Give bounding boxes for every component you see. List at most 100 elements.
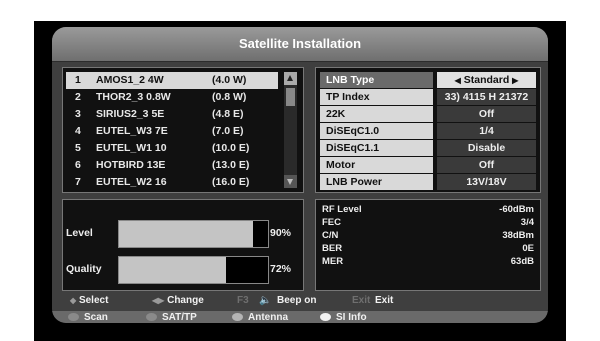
si-info-label: SI Info: [336, 312, 367, 323]
sat-tp-label: SAT/TP: [162, 312, 197, 323]
satellite-name: SIRIUS2_3 5E: [96, 108, 165, 120]
satellite-position: (0.8 W): [212, 91, 247, 103]
stat-key: BER: [322, 243, 343, 254]
stat-key: C/N: [322, 230, 339, 241]
setting-diseqc-1-1[interactable]: DiSEqC1.1 Disable: [320, 140, 536, 157]
satellite-row-7[interactable]: 7 EUTEL_W2 16 (16.0 E): [66, 174, 278, 191]
satellite-list-scrollbar[interactable]: [284, 72, 297, 188]
setting-value[interactable]: ◀ Standard ▶: [437, 72, 536, 88]
title-bar: Satellite Installation: [52, 27, 548, 62]
stat-cn: C/N 38dBm: [322, 230, 534, 242]
speaker-icon: 🔈: [259, 295, 272, 306]
satellite-row-1[interactable]: 1 AMOS1_2 4W (4.0 W): [66, 72, 278, 89]
satellite-number: 7: [75, 176, 81, 188]
setting-label: LNB Type: [320, 72, 433, 88]
satellite-name: EUTEL_W1 10: [96, 142, 167, 154]
satellite-installation-panel: Satellite Installation 1 AMOS1_2 4W (4.0…: [52, 27, 548, 323]
help-exit: Exit: [375, 295, 394, 306]
signal-level-fill: [119, 221, 254, 247]
help-select: ◆ Select: [70, 295, 108, 306]
left-right-arrows-icon: ◀▶: [152, 296, 165, 305]
setting-label: 22K: [320, 106, 433, 122]
help-beep: Beep on: [277, 295, 317, 306]
setting-value[interactable]: 33) 4115 H 21372: [437, 89, 536, 105]
satellite-list: 1 AMOS1_2 4W (4.0 W) 2 THOR2_3 0.8W (0.8…: [62, 67, 304, 193]
setting-value[interactable]: 1/4: [437, 123, 536, 139]
signal-quality-percent: 72%: [270, 263, 292, 275]
key-help-bar: ◆ Select ◀▶ Change F3 🔈 Beep on Exit Exi…: [52, 295, 548, 309]
satellite-position: (16.0 E): [212, 176, 250, 188]
signal-statistics: RF Level -60dBm FEC 3/4 C/N 38dBm BER 0E…: [315, 199, 541, 291]
help-f3-key: F3: [237, 295, 249, 306]
satellite-position: (4.8 E): [212, 108, 244, 120]
scroll-down-arrow-icon[interactable]: [284, 175, 297, 188]
setting-value[interactable]: 13V/18V: [437, 174, 536, 190]
scan-button[interactable]: Scan: [68, 312, 108, 323]
setting-22k[interactable]: 22K Off: [320, 106, 536, 123]
stat-key: MER: [322, 256, 344, 267]
signal-level-label: Level: [66, 227, 93, 239]
satellite-position: (4.0 W): [212, 74, 247, 86]
satellite-row-4[interactable]: 4 EUTEL_W3 7E (7.0 E): [66, 123, 278, 140]
setting-value[interactable]: Disable: [437, 140, 536, 156]
satellite-name: HOTBIRD 13E: [96, 159, 166, 171]
stat-value: 3/4: [520, 217, 534, 228]
satellite-row-3[interactable]: 3 SIRIUS2_3 5E (4.8 E): [66, 106, 278, 123]
signal-meters: Level 90% Quality 72%: [62, 199, 304, 291]
setting-value-text: Standard: [463, 74, 510, 86]
stat-value: 63dB: [510, 256, 534, 267]
stat-value: 38dBm: [502, 230, 534, 241]
stat-ber: BER 0E: [322, 243, 534, 255]
setting-lnb-power[interactable]: LNB Power 13V/18V: [320, 174, 536, 191]
setting-lnb-type[interactable]: LNB Type ◀ Standard ▶: [320, 72, 536, 89]
satellite-position: (13.0 E): [212, 159, 250, 171]
antenna-button[interactable]: Antenna: [232, 312, 288, 323]
help-change: ◀▶ Change: [152, 295, 204, 306]
satellite-name: THOR2_3 0.8W: [96, 91, 171, 103]
satellite-row-6[interactable]: 6 HOTBIRD 13E (13.0 E): [66, 157, 278, 174]
setting-value[interactable]: Off: [437, 106, 536, 122]
setting-motor[interactable]: Motor Off: [320, 157, 536, 174]
scroll-up-arrow-icon[interactable]: [284, 72, 297, 85]
signal-quality-fill: [119, 257, 227, 283]
setting-value[interactable]: Off: [437, 157, 536, 173]
blue-button-icon: [320, 313, 331, 321]
setting-diseqc-1-0[interactable]: DiSEqC1.0 1/4: [320, 123, 536, 140]
setting-label: DiSEqC1.0: [320, 123, 433, 139]
help-exit-key: Exit: [352, 295, 371, 306]
left-arrow-icon[interactable]: ◀: [455, 76, 461, 85]
stat-value: -60dBm: [499, 204, 534, 215]
up-down-arrows-icon: ◆: [70, 296, 77, 305]
stat-key: RF Level: [322, 204, 362, 215]
setting-label: DiSEqC1.1: [320, 140, 433, 156]
satellite-number: 4: [75, 125, 81, 137]
setting-label: TP Index: [320, 89, 433, 105]
satellite-number: 1: [75, 74, 81, 86]
right-arrow-icon[interactable]: ▶: [512, 76, 518, 85]
signal-level-percent: 90%: [270, 227, 292, 239]
setting-tp-index[interactable]: TP Index 33) 4115 H 21372: [320, 89, 536, 106]
signal-level-bar: [118, 220, 269, 248]
yellow-button-icon: [232, 313, 243, 321]
scrollbar-thumb[interactable]: [286, 88, 295, 106]
stat-key: FEC: [322, 217, 341, 228]
satellite-position: (7.0 E): [212, 125, 244, 137]
stat-fec: FEC 3/4: [322, 217, 534, 229]
setting-label: LNB Power: [320, 174, 433, 190]
red-button-icon: [68, 313, 79, 321]
tv-screen: Satellite Installation 1 AMOS1_2 4W (4.0…: [34, 21, 566, 341]
setting-label: Motor: [320, 157, 433, 173]
satellite-position: (10.0 E): [212, 142, 250, 154]
satellite-number: 5: [75, 142, 81, 154]
help-change-label: Change: [167, 295, 204, 306]
satellite-name: EUTEL_W3 7E: [96, 125, 168, 137]
satellite-row-2[interactable]: 2 THOR2_3 0.8W (0.8 W): [66, 89, 278, 106]
signal-quality-row: Quality 72%: [63, 256, 303, 284]
stat-rf-level: RF Level -60dBm: [322, 204, 534, 216]
signal-quality-bar: [118, 256, 269, 284]
signal-level-row: Level 90%: [63, 220, 303, 248]
sat-tp-button[interactable]: SAT/TP: [146, 312, 197, 323]
satellite-row-5[interactable]: 5 EUTEL_W1 10 (10.0 E): [66, 140, 278, 157]
satellite-number: 6: [75, 159, 81, 171]
si-info-button[interactable]: SI Info: [320, 312, 367, 323]
